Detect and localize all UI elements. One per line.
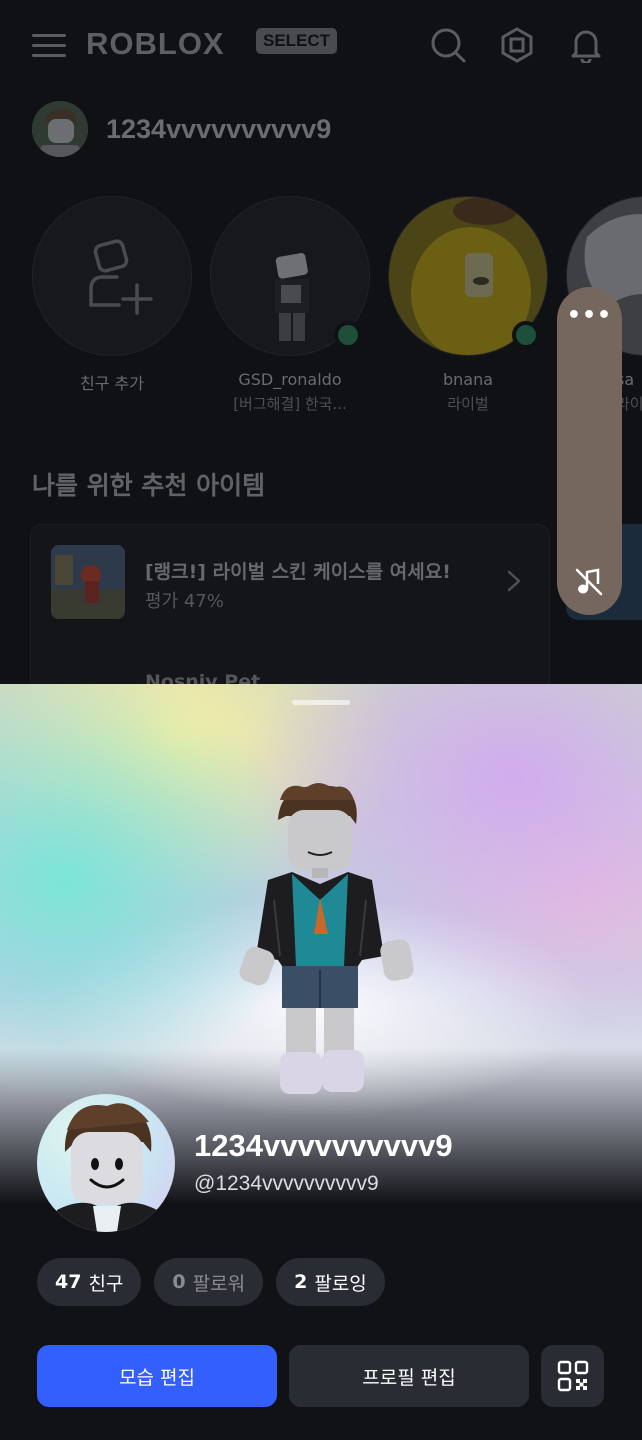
friend-item[interactable]: GSD_ronaldo [버그해결] 한국... (210, 196, 370, 414)
friend-item[interactable]: bnana 라이벌 (388, 196, 548, 414)
online-indicator (334, 321, 362, 349)
top-bar: ROBLOX SELECT (0, 0, 642, 90)
add-friend-item[interactable]: 친구 추가 (32, 196, 192, 394)
friends-count-button[interactable]: 47 친구 (37, 1258, 142, 1306)
username-handle: @1234vvvvvvvvvv9 (194, 1172, 379, 1195)
voice-control-pill[interactable]: ••• (557, 287, 622, 615)
music-muted-icon[interactable] (574, 567, 604, 597)
stat-count: 0 (172, 1271, 186, 1293)
robux-icon[interactable] (499, 27, 535, 63)
stat-count: 2 (294, 1271, 308, 1293)
friend-status: [버그해결] 한국... (233, 395, 347, 413)
item-thumbnail (51, 545, 125, 619)
stat-count: 47 (55, 1271, 82, 1293)
username[interactable]: 1234vvvvvvvvvv9 (106, 114, 331, 145)
section-title: 나를 위한 추천 아이템 (32, 471, 266, 500)
home-page: ROBLOX SELECT 1234vvvvvvvvvv9 친구 추가 GSD_… (0, 0, 642, 684)
stat-label: 친구 (88, 1272, 124, 1295)
drag-handle[interactable] (292, 700, 350, 705)
online-indicator (512, 321, 540, 349)
more-icon[interactable]: ••• (557, 303, 622, 333)
recommended-card[interactable]: [랭크!] 라이벌 스킨 케이스를 여세요! 평가 47% Nosniy Pet (30, 524, 550, 684)
display-name: 1234vvvvvvvvvv9 (194, 1128, 453, 1163)
avatar[interactable] (32, 101, 88, 157)
friends-carousel[interactable]: 친구 추가 GSD_ronaldo [버그해결] 한국... bnana 라이벌… (32, 196, 642, 436)
avatar-3d[interactable] (222, 780, 432, 1105)
stat-label: 팔로워 (192, 1272, 246, 1295)
item-title: [랭크!] 라이벌 스킨 케이스를 여세요! (145, 561, 451, 583)
bell-icon[interactable] (568, 27, 604, 63)
following-count-button[interactable]: 2 팔로잉 (276, 1258, 385, 1306)
roblox-logo[interactable]: ROBLOX (86, 26, 225, 62)
add-friend-circle[interactable] (32, 196, 192, 356)
chevron-right-icon (507, 570, 521, 592)
profile-sheet[interactable]: 1234vvvvvvvvvv9 @1234vvvvvvvvvv9 47 친구 0… (0, 684, 642, 1440)
item-rating: 평가 47% (145, 591, 224, 612)
search-icon[interactable] (430, 27, 466, 63)
add-friend-icon (89, 239, 153, 315)
edit-avatar-button[interactable]: 모습 편집 (37, 1345, 277, 1407)
user-header[interactable]: 1234vvvvvvvvvv9 (32, 100, 331, 158)
friend-status: 라이벌 (447, 395, 489, 413)
select-badge: SELECT (256, 28, 338, 54)
qr-code-button[interactable] (541, 1345, 604, 1407)
friend-name: GSD_ronaldo (238, 370, 342, 389)
profile-avatar[interactable] (37, 1094, 175, 1232)
friend-name: bnana (442, 370, 494, 389)
qr-code-icon (557, 1360, 588, 1392)
item-title: Nosniy Pet (145, 671, 261, 684)
followers-count-button[interactable]: 0 팔로워 (154, 1258, 264, 1306)
edit-profile-button[interactable]: 프로필 편집 (289, 1345, 529, 1407)
friend-name: 친구 추가 (80, 374, 144, 393)
menu-icon[interactable] (32, 32, 68, 58)
profile-actions: 모습 편집 프로필 편집 (37, 1345, 605, 1407)
stat-label: 팔로잉 (314, 1272, 367, 1295)
profile-stats: 47 친구 0 팔로워 2 팔로잉 (37, 1258, 398, 1306)
